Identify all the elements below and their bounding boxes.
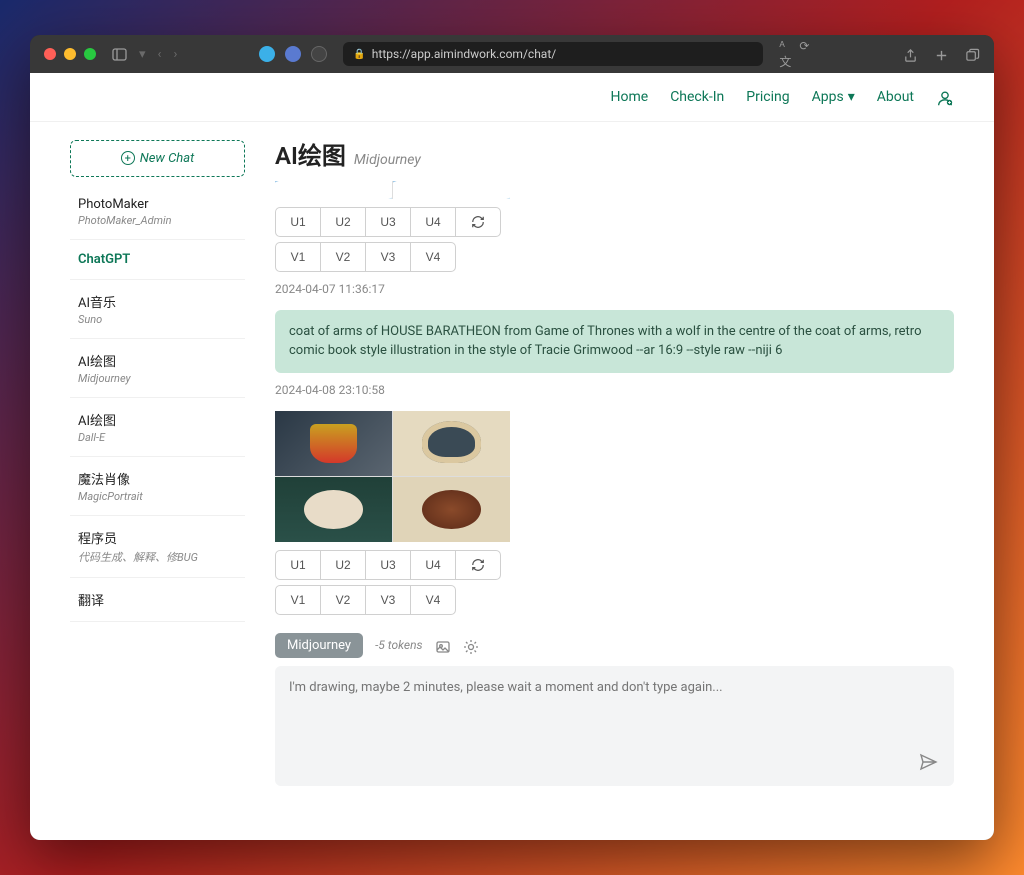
nav-apps[interactable]: Apps ▾ bbox=[812, 89, 855, 105]
composer-bar: Midjourney -5 tokens bbox=[275, 625, 954, 666]
u4-button[interactable]: U4 bbox=[410, 550, 456, 580]
u2-button[interactable]: U2 bbox=[320, 550, 366, 580]
plus-icon: + bbox=[121, 151, 135, 165]
reload-icon[interactable]: ⟳ bbox=[799, 39, 809, 70]
share-icon[interactable] bbox=[903, 45, 918, 64]
sidebar-item-aimusic[interactable]: AI音乐 Suno bbox=[70, 280, 245, 339]
image-tile bbox=[275, 411, 392, 476]
main-area: + New Chat PhotoMaker PhotoMaker_Admin C… bbox=[30, 122, 994, 840]
u1-button[interactable]: U1 bbox=[275, 550, 321, 580]
generated-image-grid-2[interactable] bbox=[275, 411, 510, 542]
send-button[interactable] bbox=[918, 752, 938, 772]
message-scroll[interactable]: U1 U2 U3 U4 V1 V2 V3 V4 2024-04-07 1 bbox=[275, 181, 954, 820]
image-upload-icon[interactable] bbox=[435, 636, 451, 655]
extension-badge-2[interactable] bbox=[285, 46, 301, 62]
v3-button[interactable]: V3 bbox=[365, 242, 411, 272]
titlebar-right bbox=[903, 45, 980, 64]
forward-button[interactable]: › bbox=[173, 47, 177, 62]
image-tile bbox=[393, 411, 510, 476]
u4-button[interactable]: U4 bbox=[410, 207, 456, 237]
app-frame: Home Check-In Pricing Apps ▾ About + New… bbox=[30, 73, 994, 840]
sidebar-list: PhotoMaker PhotoMaker_Admin ChatGPT AI音乐… bbox=[70, 185, 245, 622]
variation-row: V1 V2 V3 V4 bbox=[275, 242, 954, 272]
titlebar: ▾ ‹ › 🔒 https://app.aimindwork.com/chat/… bbox=[30, 35, 994, 73]
user-icon[interactable] bbox=[936, 87, 954, 107]
tabs-icon[interactable] bbox=[965, 45, 980, 64]
page-title: AI绘图 Midjourney bbox=[275, 122, 954, 181]
variation-row: V1 V2 V3 V4 bbox=[275, 585, 954, 615]
browser-window: ▾ ‹ › 🔒 https://app.aimindwork.com/chat/… bbox=[30, 35, 994, 840]
u2-button[interactable]: U2 bbox=[320, 207, 366, 237]
new-tab-icon[interactable] bbox=[934, 45, 949, 64]
chevron-down-icon: ▾ bbox=[848, 89, 855, 105]
v1-button[interactable]: V1 bbox=[275, 242, 321, 272]
upscale-row: U1 U2 U3 U4 bbox=[275, 550, 954, 580]
minimize-window-button[interactable] bbox=[64, 48, 76, 60]
token-info: -5 tokens bbox=[375, 638, 422, 652]
content: AI绘图 Midjourney U1 U2 U3 U4 bbox=[245, 122, 954, 820]
sidebar-item-programmer[interactable]: 程序员 代码生成、解释、修BUG bbox=[70, 516, 245, 578]
v4-button[interactable]: V4 bbox=[410, 242, 456, 272]
v4-button[interactable]: V4 bbox=[410, 585, 456, 615]
user-prompt-bubble: coat of arms of HOUSE BARATHEON from Gam… bbox=[275, 310, 954, 373]
nav-checkin[interactable]: Check-In bbox=[670, 89, 724, 105]
sidebar-item-chatgpt[interactable]: ChatGPT bbox=[70, 240, 245, 280]
v2-button[interactable]: V2 bbox=[320, 242, 366, 272]
sidebar-item-photomaker[interactable]: PhotoMaker PhotoMaker_Admin bbox=[70, 185, 245, 240]
nav-home[interactable]: Home bbox=[611, 89, 649, 105]
extension-badges bbox=[259, 46, 327, 62]
v3-button[interactable]: V3 bbox=[365, 585, 411, 615]
v1-button[interactable]: V1 bbox=[275, 585, 321, 615]
message-block-1: U1 U2 U3 U4 V1 V2 V3 V4 2024-04-07 1 bbox=[275, 181, 954, 296]
extension-badge-3[interactable] bbox=[311, 46, 327, 62]
prompt-input[interactable] bbox=[289, 680, 940, 760]
lock-icon: 🔒 bbox=[353, 49, 365, 60]
top-nav: Home Check-In Pricing Apps ▾ About bbox=[30, 73, 994, 122]
image-tile bbox=[275, 477, 392, 542]
message-block-2: U1 U2 U3 U4 V1 V2 V3 V4 bbox=[275, 411, 954, 615]
translate-icon[interactable]: ᴬ文 bbox=[779, 39, 791, 70]
upscale-row: U1 U2 U3 U4 bbox=[275, 207, 954, 237]
sidebar-item-magicportrait[interactable]: 魔法肖像 MagicPortrait bbox=[70, 457, 245, 516]
sidebar: + New Chat PhotoMaker PhotoMaker_Admin C… bbox=[70, 122, 245, 820]
sidebar-item-dalle[interactable]: AI绘图 Dall-E bbox=[70, 398, 245, 457]
extension-badge-1[interactable] bbox=[259, 46, 275, 62]
u3-button[interactable]: U3 bbox=[365, 207, 411, 237]
maximize-window-button[interactable] bbox=[84, 48, 96, 60]
u3-button[interactable]: U3 bbox=[365, 550, 411, 580]
sidebar-item-midjourney[interactable]: AI绘图 Midjourney bbox=[70, 339, 245, 398]
nav-pricing[interactable]: Pricing bbox=[746, 89, 789, 105]
v2-button[interactable]: V2 bbox=[320, 585, 366, 615]
settings-icon[interactable] bbox=[463, 636, 479, 655]
dropdown-icon[interactable]: ▾ bbox=[139, 47, 146, 62]
reroll-button[interactable] bbox=[455, 550, 501, 580]
new-chat-button[interactable]: + New Chat bbox=[70, 140, 245, 177]
image-tile bbox=[275, 181, 392, 199]
sidebar-item-translate[interactable]: 翻译 bbox=[70, 578, 245, 622]
close-window-button[interactable] bbox=[44, 48, 56, 60]
image-tile bbox=[393, 477, 510, 542]
tab-controls: ▾ ‹ › bbox=[112, 47, 177, 62]
model-pill[interactable]: Midjourney bbox=[275, 633, 363, 658]
nav-about[interactable]: About bbox=[877, 89, 914, 105]
traffic-lights bbox=[44, 48, 96, 60]
u1-button[interactable]: U1 bbox=[275, 207, 321, 237]
url-bar[interactable]: 🔒 https://app.aimindwork.com/chat/ bbox=[343, 42, 763, 66]
timestamp: 2024-04-07 11:36:17 bbox=[275, 282, 954, 296]
url-text: https://app.aimindwork.com/chat/ bbox=[372, 47, 556, 61]
sidebar-toggle-icon[interactable] bbox=[112, 47, 127, 62]
timestamp: 2024-04-08 23:10:58 bbox=[275, 383, 954, 397]
reroll-button[interactable] bbox=[455, 207, 501, 237]
back-button[interactable]: ‹ bbox=[158, 47, 162, 62]
composer bbox=[275, 666, 954, 786]
image-tile bbox=[393, 181, 510, 199]
generated-image-grid-1[interactable] bbox=[275, 181, 510, 199]
